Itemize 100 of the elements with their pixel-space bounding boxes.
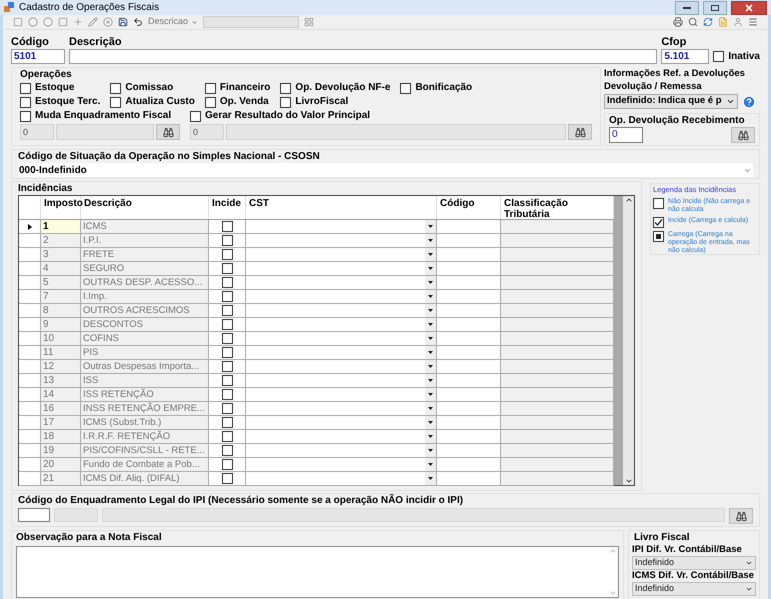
text-field[interactable] bbox=[102, 508, 725, 522]
code-field[interactable]: 5101 bbox=[11, 49, 65, 64]
checkbox[interactable] bbox=[222, 375, 232, 386]
search-icon[interactable] bbox=[688, 17, 698, 27]
checkbox[interactable] bbox=[222, 417, 232, 428]
table-cell bbox=[437, 444, 501, 457]
caret-icon bbox=[428, 309, 433, 312]
search-field-dropdown[interactable]: Descricao bbox=[148, 15, 198, 29]
checkbox[interactable] bbox=[222, 221, 232, 232]
lookup-button[interactable] bbox=[156, 124, 180, 140]
checkbox[interactable] bbox=[222, 361, 232, 372]
table-row[interactable]: 8 OUTROS ACRESCIMOS bbox=[19, 304, 614, 318]
search-field[interactable] bbox=[203, 16, 300, 28]
maximize-button[interactable] bbox=[703, 0, 727, 14]
table-cell bbox=[437, 262, 501, 275]
column-header[interactable]: CST bbox=[246, 196, 437, 219]
code-field[interactable]: 0 bbox=[609, 127, 643, 143]
checkbox[interactable] bbox=[110, 82, 122, 94]
checkbox[interactable] bbox=[110, 96, 122, 108]
code-field[interactable]: 0 bbox=[20, 124, 54, 140]
dropdown[interactable]: 000-Indefinido bbox=[18, 163, 753, 177]
table-row[interactable]: 4 SEGURO bbox=[19, 262, 614, 276]
checkbox[interactable] bbox=[20, 82, 31, 94]
checkbox[interactable] bbox=[653, 217, 664, 228]
table-row[interactable]: 3 FRETE bbox=[19, 248, 614, 262]
undo-icon[interactable] bbox=[133, 17, 143, 27]
table-row[interactable]: 7 I.Imp. bbox=[19, 290, 614, 304]
checkbox[interactable] bbox=[20, 96, 31, 108]
text-field[interactable] bbox=[56, 124, 154, 140]
column-header[interactable]: Classificação Tributária bbox=[501, 196, 614, 219]
table-row[interactable]: 5 OUTRAS DESP. ACESSO... bbox=[19, 276, 614, 290]
checkbox[interactable] bbox=[653, 198, 664, 210]
checkbox[interactable] bbox=[653, 231, 664, 242]
checkbox[interactable] bbox=[222, 277, 232, 288]
checkbox[interactable] bbox=[222, 249, 232, 260]
table-row[interactable]: 13 ISS bbox=[19, 374, 614, 388]
checkbox[interactable] bbox=[400, 82, 412, 94]
checkbox[interactable] bbox=[20, 110, 31, 122]
checkbox[interactable] bbox=[222, 431, 232, 442]
checkbox[interactable] bbox=[222, 319, 232, 330]
code-field[interactable] bbox=[18, 508, 50, 522]
description-field[interactable] bbox=[69, 49, 658, 64]
dropdown[interactable]: Indefinido bbox=[632, 556, 756, 570]
refresh-icon[interactable] bbox=[703, 17, 713, 27]
close-button[interactable] bbox=[731, 0, 767, 14]
checkbox[interactable] bbox=[280, 82, 292, 94]
lookup-button[interactable] bbox=[729, 508, 753, 524]
checkbox[interactable] bbox=[190, 110, 201, 122]
table-row[interactable]: 9 DESCONTOS bbox=[19, 318, 614, 332]
table-cell: 14 bbox=[41, 388, 81, 401]
table-row[interactable]: 1 ICMS bbox=[19, 220, 614, 234]
dropdown[interactable]: Indefinido bbox=[632, 582, 756, 596]
lookup-button[interactable] bbox=[568, 124, 592, 140]
table-row[interactable]: 11 PIS bbox=[19, 346, 614, 360]
scroll-down-icon[interactable] bbox=[624, 477, 632, 485]
scrollbar[interactable] bbox=[623, 196, 634, 485]
checkbox[interactable] bbox=[222, 263, 232, 274]
checkbox[interactable] bbox=[204, 82, 216, 94]
text-field[interactable] bbox=[54, 508, 98, 522]
column-header[interactable]: Código bbox=[437, 196, 501, 219]
checkbox[interactable] bbox=[222, 291, 232, 302]
checkbox[interactable] bbox=[222, 473, 232, 484]
menu-icon[interactable] bbox=[748, 17, 758, 27]
checkbox[interactable] bbox=[222, 403, 232, 414]
table-row[interactable]: 10 COFINS bbox=[19, 332, 614, 346]
table-row[interactable]: 18 I.R.R.F. RETENÇÃO bbox=[19, 430, 614, 444]
table-row[interactable]: 21 ICMS Dif. Aliq. (DIFAL) bbox=[19, 472, 614, 486]
column-header[interactable]: Descrição bbox=[81, 196, 209, 219]
caret-icon bbox=[428, 477, 433, 480]
checkbox[interactable] bbox=[222, 445, 232, 456]
save-icon[interactable] bbox=[118, 17, 128, 27]
column-header[interactable]: Imposto bbox=[41, 196, 81, 219]
checkbox[interactable] bbox=[222, 305, 232, 316]
checkbox[interactable] bbox=[204, 96, 216, 108]
table-row[interactable]: 19 PIS/COFINS/CSLL - RETE... bbox=[19, 444, 614, 458]
column-header[interactable]: Incide bbox=[209, 196, 246, 219]
table-row[interactable]: 16 INSS RETENÇÃO EMPRE... bbox=[19, 402, 614, 416]
checkbox[interactable] bbox=[713, 51, 724, 62]
dropdown[interactable]: Indefinido: Indica que é p bbox=[604, 94, 738, 109]
checkbox[interactable] bbox=[222, 459, 232, 470]
printer-icon[interactable] bbox=[673, 17, 683, 27]
scroll-up-icon[interactable] bbox=[624, 196, 632, 204]
checkbox[interactable] bbox=[222, 389, 232, 400]
checkbox[interactable] bbox=[280, 96, 292, 108]
checkbox[interactable] bbox=[222, 235, 232, 246]
table-row[interactable]: 17 ICMS (Subst.Trib.) bbox=[19, 416, 614, 430]
table-row[interactable]: 12 Outras Despesas Importa... bbox=[19, 360, 614, 374]
table-row[interactable]: 14 ISS RETENÇÃO bbox=[19, 388, 614, 402]
table-row[interactable]: 2 I.P.I. bbox=[19, 234, 614, 248]
table-cell bbox=[437, 360, 501, 373]
table-row[interactable]: 20 Fundo de Combate a Pob... bbox=[19, 458, 614, 472]
cfop-field[interactable]: 5.101 bbox=[661, 49, 710, 64]
help-icon[interactable] bbox=[742, 94, 756, 108]
checkbox[interactable] bbox=[222, 333, 232, 344]
lookup-button[interactable] bbox=[731, 127, 755, 143]
checkbox[interactable] bbox=[222, 347, 232, 358]
minimize-button[interactable] bbox=[675, 0, 699, 14]
caret-icon bbox=[428, 463, 433, 466]
code-field[interactable]: 0 bbox=[190, 124, 224, 140]
text-field[interactable] bbox=[226, 124, 566, 140]
